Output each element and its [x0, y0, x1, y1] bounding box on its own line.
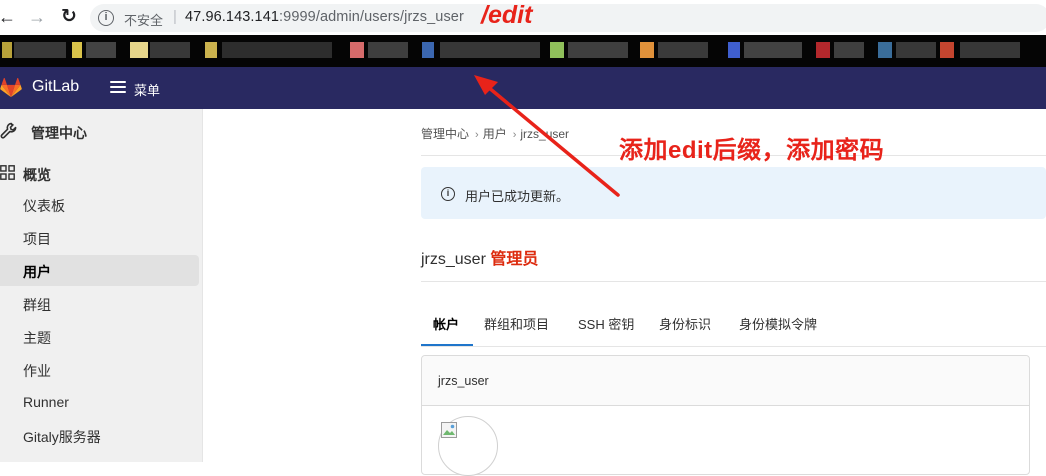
bookmark-item[interactable]: [568, 42, 628, 58]
bookmark-item[interactable]: [14, 42, 66, 58]
sidebar-item-label: 主题: [23, 330, 51, 346]
bookmark-icon[interactable]: [72, 42, 82, 58]
tab-identities[interactable]: 身份标识: [659, 314, 711, 333]
tab-ssh-keys[interactable]: SSH 密钥: [578, 314, 634, 333]
user-tabs: 帐户 群组和项目 SSH 密钥 身份标识 身份模拟令牌: [421, 300, 1046, 347]
bookmark-icon[interactable]: [728, 42, 740, 58]
gitlab-brand-label[interactable]: GitLab: [32, 78, 79, 96]
info-circle-icon: i: [441, 187, 455, 201]
url-path: /admin/users/jrzs_user: [315, 9, 464, 25]
breadcrumb: 管理中心 › 用户 › jrzs_user: [421, 125, 573, 142]
bookmark-item[interactable]: [86, 42, 116, 58]
bookmark-item[interactable]: [440, 42, 540, 58]
sidebar-item-runners[interactable]: Runner: [0, 387, 199, 418]
url-port: :9999: [279, 9, 316, 25]
tab-account[interactable]: 帐户: [433, 314, 459, 333]
broken-image-icon: [441, 422, 457, 438]
card-header: jrzs_user: [422, 356, 1029, 406]
bookmark-icon[interactable]: [816, 42, 830, 58]
tab-groups-and-projects[interactable]: 群组和项目: [484, 314, 549, 333]
bookmark-item[interactable]: [658, 42, 708, 58]
breadcrumb-users[interactable]: 用户: [483, 127, 507, 141]
bookmark-icon[interactable]: [550, 42, 564, 58]
sidebar-item-jobs[interactable]: 作业: [0, 354, 199, 385]
url-suffix-annotation: /edit: [481, 1, 533, 29]
bookmark-icon[interactable]: [205, 42, 217, 58]
overview-grid-icon: [0, 165, 15, 180]
bookmark-item[interactable]: [368, 42, 408, 58]
bookmark-icon[interactable]: [422, 42, 434, 58]
bookmark-item[interactable]: [744, 42, 802, 58]
security-label[interactable]: 不安全: [124, 10, 163, 29]
url-text[interactable]: 47.96.143.141:9999/admin/users/jrzs_user: [185, 9, 464, 25]
address-bar[interactable]: i 不安全 | 47.96.143.141:9999/admin/users/j…: [90, 4, 1046, 32]
sidebar-item-topics[interactable]: 主题: [0, 321, 199, 352]
bookmark-icon[interactable]: [878, 42, 892, 58]
sidebar-title: 管理中心: [31, 125, 87, 141]
url-host: 47.96.143.141: [185, 9, 280, 25]
sidebar-item-users[interactable]: 用户: [0, 255, 199, 286]
breadcrumb-chevron-icon: ›: [475, 129, 479, 141]
user-profile-card: jrzs_user: [421, 355, 1030, 476]
bookmark-item[interactable]: [150, 42, 190, 58]
sidebar-item-gitaly-servers[interactable]: Gitaly服务器: [0, 420, 199, 451]
sidebar-item-label: 群组: [23, 297, 51, 313]
sidebar-item-label: 用户: [23, 264, 51, 280]
sidebar-item-label: 项目: [23, 231, 51, 247]
alert-message: 用户已成功更新。: [465, 189, 570, 204]
bookmark-item[interactable]: [896, 42, 936, 58]
admin-badge: 管理员: [490, 251, 539, 268]
admin-sidebar: 管理中心 概览 仪表板 项目 用户 群组 主题 作业 Runner Gitaly…: [0, 109, 203, 462]
bookmark-item[interactable]: [222, 42, 332, 58]
wrench-icon: [0, 122, 17, 139]
reload-icon[interactable]: ↻: [58, 6, 80, 28]
sidebar-item-label: 作业: [23, 363, 51, 379]
menu-button-label[interactable]: 菜单: [134, 80, 160, 99]
browser-toolbar: ← → ↻ i 不安全 | 47.96.143.141:9999/admin/u…: [0, 0, 1046, 35]
sidebar-section-overview[interactable]: 概览: [0, 161, 203, 185]
breadcrumb-admin-area[interactable]: 管理中心: [421, 127, 469, 141]
sidebar-item-projects[interactable]: 项目: [0, 222, 199, 253]
sidebar-item-label: Runner: [23, 394, 69, 410]
bookmark-icon[interactable]: [2, 42, 12, 58]
url-separator: |: [173, 8, 177, 25]
page-title: jrzs_user 管理员: [421, 245, 538, 269]
bookmark-icon[interactable]: [130, 42, 148, 58]
bookmark-icon[interactable]: [350, 42, 364, 58]
sidebar-header-admin-area[interactable]: 管理中心: [0, 119, 203, 145]
sidebar-section-label: 概览: [23, 167, 51, 183]
gitlab-top-navbar: GitLab 菜单: [0, 67, 1046, 109]
active-tab-indicator: [421, 344, 473, 346]
tab-impersonation-tokens[interactable]: 身份模拟令牌: [739, 314, 817, 333]
bookmarks-bar: [0, 35, 1046, 67]
sidebar-item-label: 仪表板: [23, 198, 65, 214]
info-icon[interactable]: i: [98, 10, 114, 26]
bookmark-item[interactable]: [960, 42, 1020, 58]
sidebar-item-dashboard[interactable]: 仪表板: [0, 189, 199, 220]
breadcrumb-current-user[interactable]: jrzs_user: [520, 127, 569, 141]
forward-arrow-icon[interactable]: →: [26, 6, 48, 28]
success-alert: i 用户已成功更新。: [421, 167, 1046, 219]
gitlab-logo-icon[interactable]: [0, 78, 22, 98]
breadcrumb-chevron-icon: ›: [512, 129, 517, 141]
annotation-instruction: 添加edit后缀，添加密码: [619, 137, 885, 164]
bookmark-icon[interactable]: [640, 42, 654, 58]
bookmark-icon[interactable]: [940, 42, 954, 58]
sidebar-item-label: Gitaly服务器: [23, 429, 101, 445]
card-title: jrzs_user: [438, 374, 489, 388]
hamburger-menu-icon[interactable]: [110, 81, 126, 93]
back-arrow-icon[interactable]: ←: [0, 6, 18, 28]
title-divider: [421, 281, 1046, 282]
user-name: jrzs_user: [421, 251, 486, 268]
bookmark-item[interactable]: [834, 42, 864, 58]
sidebar-item-groups[interactable]: 群组: [0, 288, 199, 319]
